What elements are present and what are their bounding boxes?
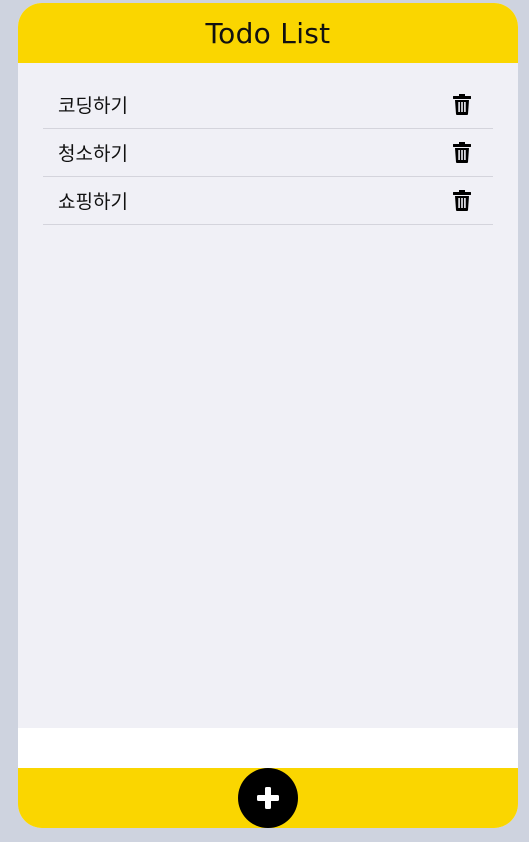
page-title: Todo List [205,16,331,50]
todo-item-text: 코딩하기 [58,95,128,117]
header: Todo List [18,3,518,63]
input-strip [18,728,518,768]
delete-button[interactable] [451,93,473,117]
trash-icon [453,190,471,211]
todo-item: 쇼핑하기 [43,177,493,225]
todo-item-text: 쇼핑하기 [58,191,128,213]
todo-item: 코딩하기 [43,81,493,129]
trash-icon [453,94,471,115]
delete-button[interactable] [451,189,473,213]
todo-list: 코딩하기 청소하기 쇼핑하기 [43,81,493,225]
trash-icon [453,142,471,163]
todo-item-text: 청소하기 [58,143,128,165]
footer [18,768,518,828]
delete-button[interactable] [451,141,473,165]
add-todo-button[interactable] [238,768,298,828]
todo-list-area: 코딩하기 청소하기 쇼핑하기 [18,63,518,728]
plus-icon [257,787,279,809]
todo-item: 청소하기 [43,129,493,177]
todo-app: Todo List 코딩하기 청소하기 쇼핑하기 [18,3,518,828]
